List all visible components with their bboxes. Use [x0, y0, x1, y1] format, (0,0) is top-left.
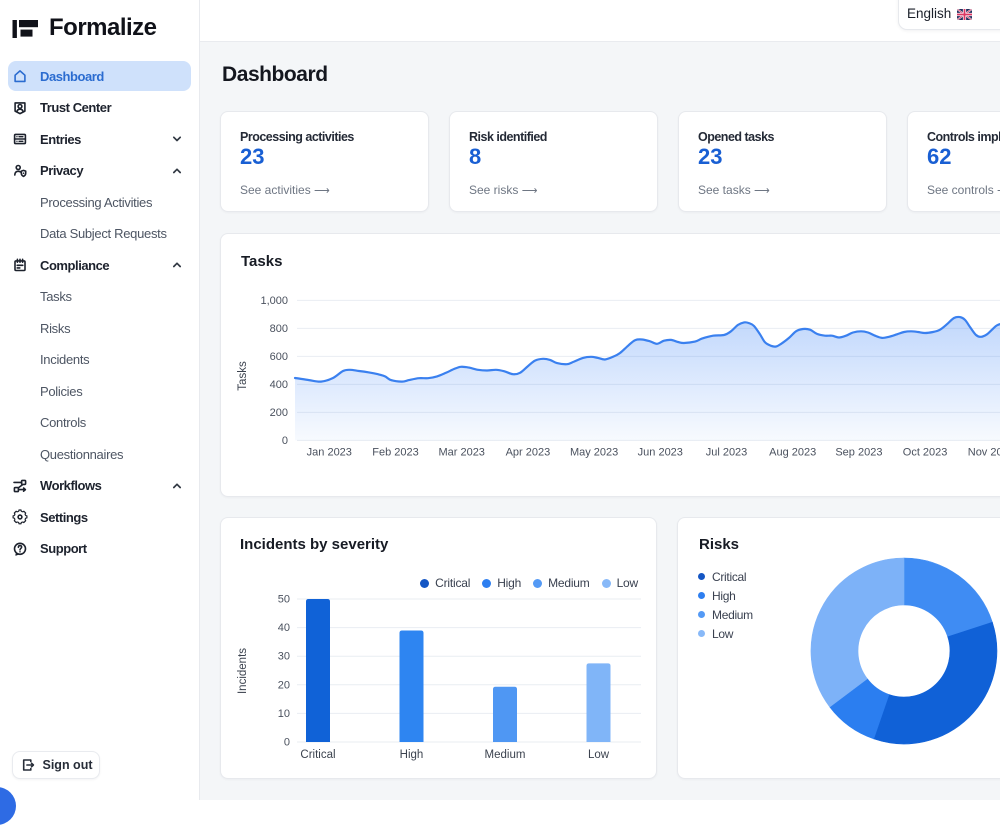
svg-text:400: 400	[270, 379, 288, 391]
svg-text:20: 20	[278, 679, 290, 691]
svg-text:Apr 2023: Apr 2023	[506, 447, 551, 459]
svg-text:200: 200	[270, 407, 288, 419]
svg-text:Oct 2023: Oct 2023	[903, 447, 948, 459]
svg-text:50: 50	[278, 594, 290, 606]
svg-text:600: 600	[270, 351, 288, 363]
svg-text:Mar 2023: Mar 2023	[438, 447, 484, 459]
svg-text:Jun 2023: Jun 2023	[638, 447, 683, 459]
svg-text:Nov 2023: Nov 2023	[968, 447, 1000, 459]
svg-text:1,000: 1,000	[260, 295, 288, 307]
svg-text:Low: Low	[588, 749, 610, 761]
svg-text:High: High	[400, 749, 424, 761]
svg-text:30: 30	[278, 651, 290, 663]
svg-text:Feb 2023: Feb 2023	[372, 447, 418, 459]
svg-text:Medium: Medium	[485, 749, 526, 761]
svg-text:10: 10	[278, 708, 290, 720]
svg-text:Jan 2023: Jan 2023	[307, 447, 352, 459]
svg-text:0: 0	[284, 737, 290, 749]
svg-text:40: 40	[278, 622, 290, 634]
svg-text:Critical: Critical	[300, 749, 335, 761]
svg-text:Tasks: Tasks	[237, 361, 249, 391]
svg-text:800: 800	[270, 323, 288, 335]
svg-text:Aug 2023: Aug 2023	[769, 447, 816, 459]
svg-text:May 2023: May 2023	[570, 447, 618, 459]
svg-text:Sep 2023: Sep 2023	[835, 447, 882, 459]
svg-text:Incidents: Incidents	[237, 648, 249, 694]
svg-text:0: 0	[282, 435, 288, 447]
svg-text:Jul 2023: Jul 2023	[706, 447, 748, 459]
